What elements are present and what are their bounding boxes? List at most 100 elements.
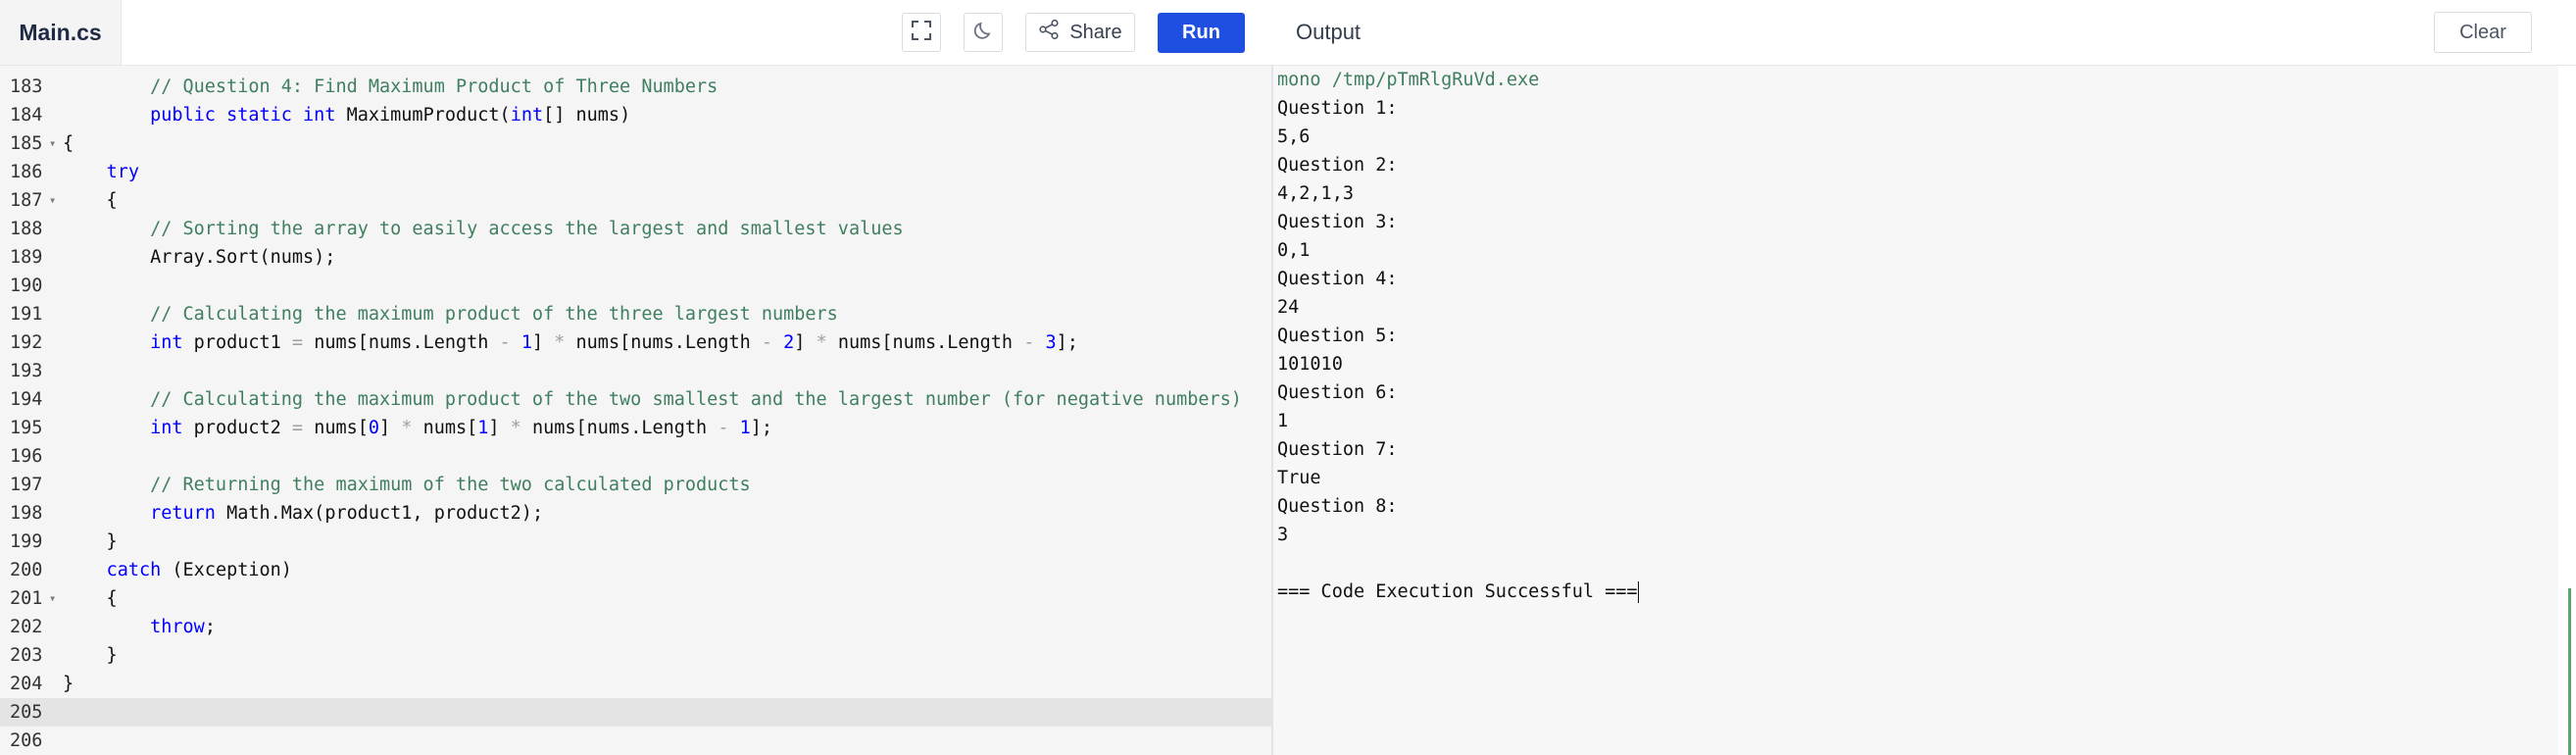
code-line[interactable]: 185 ▾ { — [0, 129, 1271, 158]
line-number: 191 — [10, 304, 43, 325]
code-line[interactable]: 202 throw; — [0, 613, 1271, 641]
output-line: Question 6: — [1277, 382, 1398, 403]
code-token: } — [63, 674, 74, 694]
code-text: // Question 4: Find Maximum Product of T… — [63, 73, 718, 101]
theme-toggle-button[interactable] — [964, 13, 1003, 52]
output-line: 5,6 — [1277, 126, 1311, 147]
code-line[interactable]: 206 — [0, 727, 1271, 755]
code-token: { — [63, 133, 74, 154]
line-number: 196 — [10, 446, 43, 467]
file-tab[interactable]: Main.cs — [0, 0, 122, 65]
code-line[interactable]: 194 // Calculating the maximum product o… — [0, 385, 1271, 414]
clear-label: Clear — [2459, 21, 2506, 43]
line-number: 185 — [10, 133, 43, 154]
code-token: nums[nums.Length — [826, 332, 1024, 353]
line-number: 189 — [10, 247, 43, 268]
line-number: 204 — [10, 674, 43, 694]
line-number: 203 — [10, 645, 43, 666]
code-token-operator: * — [510, 418, 521, 438]
line-number: 183 — [10, 76, 43, 97]
code-token: nums[ — [303, 418, 369, 438]
output-panel[interactable]: mono /tmp/pTmRlgRuVd.exe Question 1: 5,6 Qu… — [1273, 66, 2558, 755]
code-line[interactable]: 195 int product2 = nums[0] * nums[1] * n… — [0, 414, 1271, 442]
output-line: 24 — [1277, 297, 1300, 318]
code-line[interactable]: 188 // Sorting the array to easily acces… — [0, 215, 1271, 243]
code-token: { — [63, 190, 118, 211]
line-number: 184 — [10, 105, 43, 126]
code-token-keyword: int — [150, 332, 183, 353]
code-line[interactable]: 198 return Math.Max(product1, product2); — [0, 499, 1271, 528]
code-token: } — [63, 645, 118, 666]
output-line: Question 3: — [1277, 212, 1398, 232]
code-text: int product1 = nums[nums.Length - 1] * n… — [63, 328, 1078, 357]
code-line[interactable]: 191 // Calculating the maximum product o… — [0, 300, 1271, 328]
code-line[interactable]: 200 catch (Exception) — [0, 556, 1271, 584]
code-token-number: 1 — [739, 418, 751, 438]
line-number: 193 — [10, 361, 43, 381]
code-line[interactable]: 190 — [0, 272, 1271, 300]
code-token-operator: - — [718, 418, 729, 438]
code-token-operator: * — [401, 418, 413, 438]
code-line[interactable]: 193 — [0, 357, 1271, 385]
line-number: 188 — [10, 219, 43, 239]
code-token: ; — [204, 617, 216, 637]
code-token-operator: * — [554, 332, 566, 353]
text-cursor — [1637, 581, 1639, 603]
code-editor[interactable]: 183 // Question 4: Find Maximum Product … — [0, 66, 1273, 755]
output-scrollbar[interactable] — [2568, 588, 2571, 755]
clear-button[interactable]: Clear — [2434, 12, 2532, 53]
output-command: mono /tmp/pTmRlgRuVd.exe — [1277, 70, 1540, 90]
code-text: // Calculating the maximum product of th… — [63, 385, 1242, 414]
code-line[interactable]: 205 — [0, 698, 1271, 727]
code-text: catch (Exception) — [63, 556, 292, 584]
code-line[interactable]: 187 ▾ { — [0, 186, 1271, 215]
code-token-keyword: int — [303, 105, 336, 126]
fold-arrow-icon[interactable]: ▾ — [49, 129, 56, 158]
code-token-keyword: int — [510, 105, 544, 126]
code-line[interactable]: 184 public static int MaximumProduct(int… — [0, 101, 1271, 129]
code-text: int product2 = nums[0] * nums[1] * nums[… — [63, 414, 772, 442]
code-token-keyword: catch — [106, 560, 162, 580]
code-line[interactable]: 186 try — [0, 158, 1271, 186]
run-button[interactable]: Run — [1158, 13, 1245, 53]
code-line[interactable]: 196 — [0, 442, 1271, 471]
code-token-operator: - — [761, 332, 773, 353]
code-token-comment: // Returning the maximum of the two calc… — [150, 475, 751, 495]
moon-icon — [972, 20, 994, 46]
code-line[interactable]: 201 ▾ { — [0, 584, 1271, 613]
code-line[interactable]: 197 // Returning the maximum of the two … — [0, 471, 1271, 499]
fullscreen-icon — [911, 20, 932, 46]
share-label: Share — [1069, 21, 1122, 43]
code-token-operator: = — [291, 332, 304, 353]
code-line[interactable]: 192 int product1 = nums[nums.Length - 1]… — [0, 328, 1271, 357]
code-token: ] — [531, 332, 555, 353]
code-token-operator: = — [291, 418, 304, 438]
code-line[interactable]: 189 Array.Sort(nums); — [0, 243, 1271, 272]
code-line[interactable]: 199 } — [0, 528, 1271, 556]
code-text: { — [63, 186, 118, 215]
code-line[interactable]: 203 } — [0, 641, 1271, 670]
output-line: Question 7: — [1277, 439, 1398, 460]
code-text: { — [63, 584, 118, 613]
fold-arrow-icon[interactable]: ▾ — [49, 186, 56, 215]
code-token-comment: // Calculating the maximum product of th… — [150, 304, 838, 325]
fold-arrow-icon[interactable]: ▾ — [49, 584, 56, 613]
share-button[interactable]: Share — [1025, 13, 1135, 52]
share-icon — [1038, 19, 1060, 46]
line-number: 199 — [10, 531, 43, 552]
code-token-comment: // Calculating the maximum product of th… — [150, 389, 1242, 410]
code-text: } — [63, 528, 118, 556]
code-line[interactable]: 204} — [0, 670, 1271, 698]
code-token-number: 0 — [368, 418, 380, 438]
code-line[interactable]: 183 // Question 4: Find Maximum Product … — [0, 73, 1271, 101]
fullscreen-button[interactable] — [902, 13, 941, 52]
code-text: return Math.Max(product1, product2); — [63, 499, 543, 528]
